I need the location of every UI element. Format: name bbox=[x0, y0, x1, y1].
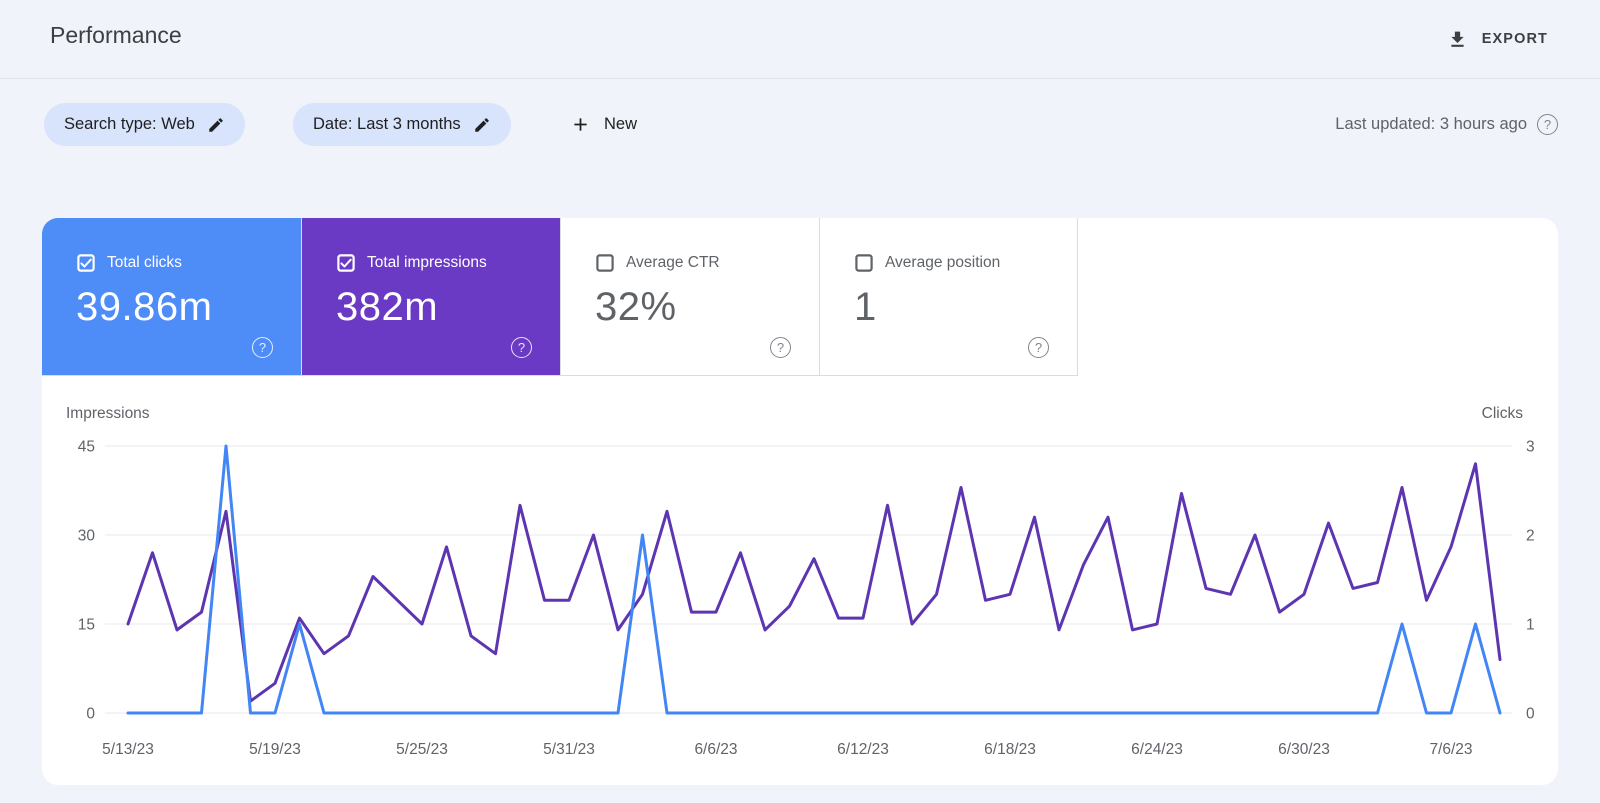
performance-chart[interactable] bbox=[42, 375, 1558, 785]
last-updated-text: Last updated: 3 hours ago bbox=[1335, 115, 1527, 133]
filter-chip-search-type[interactable]: Search type: Web bbox=[44, 103, 245, 146]
edit-icon[interactable] bbox=[473, 116, 491, 134]
checkbox-unchecked-icon[interactable] bbox=[596, 254, 614, 272]
help-icon[interactable]: ? bbox=[1537, 114, 1558, 135]
metric-label: Average position bbox=[885, 254, 1001, 271]
metric-label: Average CTR bbox=[626, 254, 720, 271]
checkbox-unchecked-icon[interactable] bbox=[855, 254, 873, 272]
new-filter-button[interactable]: New bbox=[570, 103, 637, 146]
export-label: EXPORT bbox=[1481, 31, 1548, 47]
metric-value: 32% bbox=[595, 285, 677, 329]
metric-label: Total clicks bbox=[107, 254, 182, 271]
help-icon[interactable]: ? bbox=[1028, 337, 1049, 358]
help-icon[interactable]: ? bbox=[511, 337, 532, 358]
edit-icon[interactable] bbox=[207, 116, 225, 134]
checkbox-checked-icon[interactable] bbox=[337, 254, 355, 272]
filter-bar: Search type: Web Date: Last 3 months New… bbox=[0, 79, 1600, 149]
metric-card-total-clicks[interactable]: Total clicks 39.86m ? bbox=[42, 218, 301, 375]
metric-cards-row: Total clicks 39.86m ? Total impressions … bbox=[42, 218, 1078, 376]
download-icon bbox=[1451, 31, 1464, 47]
help-icon[interactable]: ? bbox=[770, 337, 791, 358]
top-bar: Performance EXPORT bbox=[0, 0, 1600, 78]
page-title: Performance bbox=[50, 22, 182, 48]
new-filter-label: New bbox=[604, 115, 638, 133]
filter-chip-date-label: Date: Last 3 months bbox=[313, 115, 461, 133]
filter-chip-search-type-label: Search type: Web bbox=[64, 115, 195, 133]
last-updated: Last updated: 3 hours ago ? bbox=[1335, 103, 1558, 146]
help-icon[interactable]: ? bbox=[252, 337, 273, 358]
filter-chip-date[interactable]: Date: Last 3 months bbox=[293, 103, 511, 146]
metric-card-total-impressions[interactable]: Total impressions 382m ? bbox=[301, 218, 560, 375]
metric-value: 39.86m bbox=[76, 285, 213, 329]
export-button[interactable]: EXPORT bbox=[1447, 22, 1548, 56]
metric-card-average-ctr[interactable]: Average CTR 32% ? bbox=[560, 218, 819, 375]
checkbox-checked-icon[interactable] bbox=[77, 254, 95, 272]
metric-card-average-position[interactable]: Average position 1 ? bbox=[819, 218, 1078, 375]
metric-label: Total impressions bbox=[367, 254, 487, 271]
performance-panel: Total clicks 39.86m ? Total impressions … bbox=[42, 218, 1558, 785]
performance-page: Performance EXPORT Search type: Web Date… bbox=[0, 0, 1600, 803]
metric-value: 382m bbox=[336, 285, 439, 329]
plus-icon bbox=[574, 118, 587, 131]
metric-value: 1 bbox=[854, 285, 877, 329]
